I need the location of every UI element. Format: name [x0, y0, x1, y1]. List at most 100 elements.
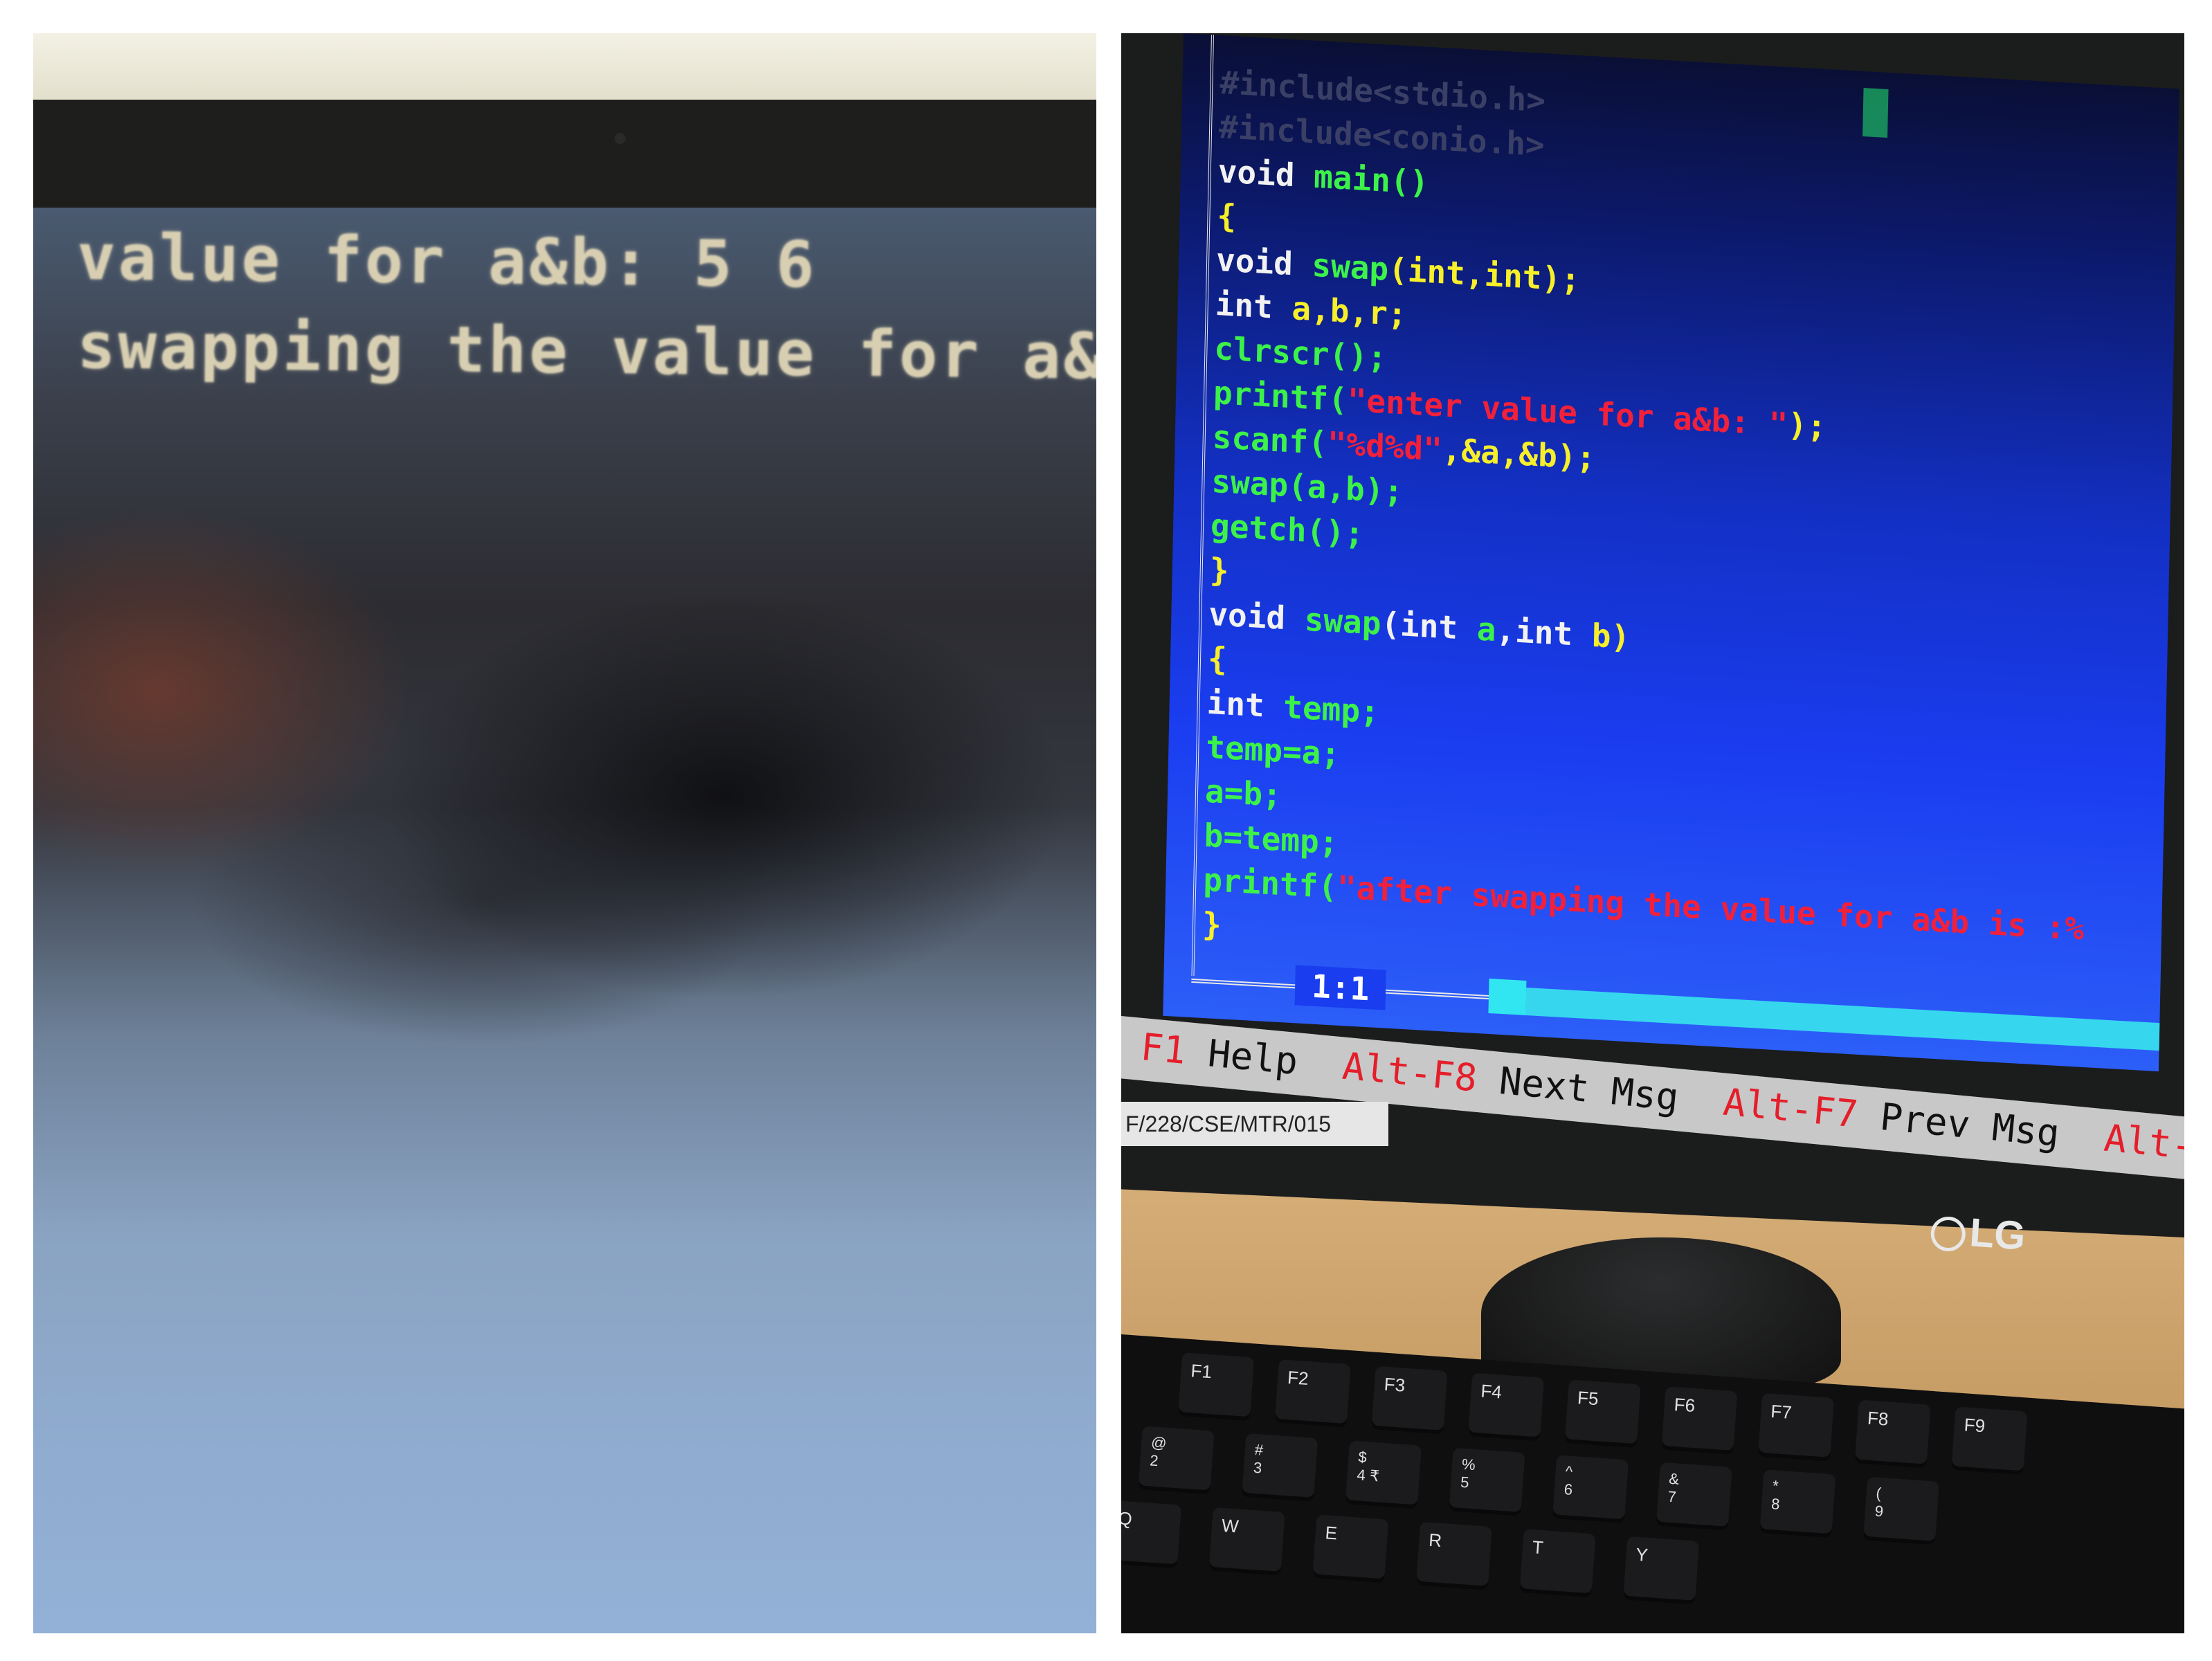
keyboard-key: F4	[1467, 1372, 1545, 1442]
key-base-label: 6	[1563, 1480, 1574, 1499]
status-shortcut-key[interactable]: F1	[1121, 1023, 1188, 1073]
code-token: temp;	[1282, 687, 1380, 731]
keyboard-key: R	[1415, 1521, 1492, 1590]
code-token: void	[1215, 240, 1313, 284]
key-base-label: 3	[1253, 1458, 1263, 1477]
key-base-label: 5	[1460, 1473, 1470, 1491]
status-shortcut-key[interactable]: Alt-F8	[1296, 1040, 1479, 1100]
code-token: int	[1206, 683, 1285, 725]
horizontal-scroll-arrow[interactable]	[1488, 978, 1527, 1015]
code-token: main()	[1313, 157, 1429, 201]
code-token: b)	[1591, 616, 1631, 656]
keyboard-key: F1	[1177, 1352, 1255, 1422]
wall-background	[33, 33, 1096, 102]
code-token: scanf(	[1212, 417, 1328, 462]
bezel-sensor	[615, 133, 626, 144]
code-token: swap	[1311, 246, 1389, 288]
keyboard-key: F7	[1757, 1392, 1835, 1462]
status-shortcut-desc: Help	[1184, 1029, 1300, 1084]
keyboard-key: ^ 6	[1552, 1455, 1629, 1524]
code-token: {	[1207, 639, 1228, 678]
key-label: F6	[1673, 1394, 1696, 1417]
keyboard-key: $4 ₹	[1345, 1440, 1422, 1509]
key-label: F5	[1577, 1387, 1599, 1410]
keyboard-key: F6	[1661, 1386, 1738, 1455]
dos-output-screen	[33, 208, 1096, 1633]
code-editor[interactable]: #include<stdio.h> #include<conio.h> void m…	[1202, 60, 2179, 1000]
key-label: F3	[1383, 1373, 1406, 1396]
keyboard-key: Q	[1121, 1500, 1182, 1569]
keyboard-key: #3	[1242, 1433, 1318, 1502]
key-base-label: 4 ₹	[1356, 1466, 1380, 1485]
output-line-swapped-values: swapping the value for a&	[76, 309, 1096, 394]
code-token: a	[1476, 610, 1497, 649]
keyboard-key: T	[1519, 1529, 1596, 1598]
code-token: printf(	[1202, 860, 1338, 906]
key-label: F8	[1867, 1407, 1889, 1430]
output-line-input-values: value for a&b: 5 6	[76, 220, 817, 302]
key-base-label: 7	[1667, 1487, 1677, 1506]
key-base-label: 2	[1149, 1451, 1159, 1470]
keyboard-key: F5	[1564, 1379, 1641, 1449]
ide-screen-photo: #include<stdio.h> #include<conio.h> void m…	[1121, 33, 2184, 1633]
code-token: a=b;	[1204, 772, 1282, 814]
cursor-position-indicator: 1:1	[1294, 965, 1386, 1010]
monitor-brand-text: LG	[1968, 1210, 2027, 1259]
key-label: F9	[1963, 1414, 1986, 1437]
code-token: "%d%d"	[1327, 424, 1443, 469]
keyboard-key: % 5	[1449, 1447, 1525, 1516]
code-token: );	[1787, 406, 1827, 446]
key-label: F1	[1190, 1360, 1213, 1383]
lg-logo: LG	[1930, 1206, 2027, 1259]
keyboard-key: F9	[1951, 1406, 2028, 1476]
asset-tag-label: F/228/CSE/MTR/015	[1121, 1102, 1388, 1146]
key-label: E	[1324, 1522, 1339, 1544]
keyboard-key: & 7	[1656, 1462, 1732, 1531]
keyboard-key: @2	[1138, 1426, 1215, 1495]
key-label: Q	[1121, 1507, 1133, 1530]
output-screen-photo: value for a&b: 5 6 swapping the value fo…	[33, 33, 1096, 1633]
key-label: F7	[1770, 1400, 1793, 1423]
code-token: }	[1202, 905, 1222, 944]
keyboard-key: F3	[1371, 1365, 1448, 1435]
keyboard-key: F2	[1274, 1359, 1351, 1428]
status-shortcut-key[interactable]: Alt-	[2058, 1111, 2184, 1168]
code-token: clrscr();	[1213, 329, 1388, 376]
key-label: Y	[1635, 1543, 1649, 1565]
code-token: swap(a,b);	[1211, 462, 1404, 511]
keyboard-key: * 8	[1759, 1469, 1836, 1539]
turbo-c-editor-window: #include<stdio.h> #include<conio.h> void m…	[1163, 33, 2179, 1072]
code-token: a,b,r;	[1291, 289, 1408, 334]
keyboard-key: W	[1208, 1507, 1285, 1576]
code-token: ,int	[1495, 611, 1593, 654]
key-label: F4	[1480, 1380, 1503, 1403]
code-token: }	[1209, 550, 1230, 590]
status-shortcut-key[interactable]: Alt-F7	[1676, 1075, 1860, 1136]
code-token: int	[1215, 284, 1293, 327]
key-label: F2	[1287, 1366, 1309, 1389]
status-shortcut-desc: Next Msg	[1475, 1056, 1681, 1120]
keyboard-key: F8	[1854, 1399, 1931, 1469]
key-base-label: 8	[1770, 1495, 1781, 1513]
key-label: R	[1428, 1529, 1443, 1551]
keyboard-key: Y	[1623, 1536, 1700, 1605]
status-shortcut-desc: Prev Msg	[1856, 1092, 2062, 1156]
code-token: void	[1217, 152, 1314, 195]
code-token: void	[1208, 594, 1305, 638]
code-token: {	[1216, 196, 1237, 235]
keyboard-key: E	[1312, 1514, 1389, 1583]
code-token: (int	[1380, 604, 1478, 648]
code-token: temp=a;	[1205, 727, 1341, 773]
lg-logo-mark-icon	[1930, 1215, 1967, 1253]
code-token: ,&a,&b);	[1442, 430, 1596, 477]
code-token: printf(	[1213, 373, 1348, 419]
code-token: b=temp;	[1204, 816, 1339, 862]
code-token: getch();	[1210, 506, 1365, 553]
code-token: (int,int);	[1388, 250, 1581, 299]
horizontal-scrollbar[interactable]	[1525, 987, 2163, 1051]
key-base-label: 9	[1874, 1502, 1884, 1521]
code-token: swap	[1304, 600, 1382, 642]
key-label: T	[1531, 1536, 1544, 1559]
keyboard-key: (9	[1862, 1476, 1940, 1545]
key-label: W	[1221, 1514, 1240, 1537]
